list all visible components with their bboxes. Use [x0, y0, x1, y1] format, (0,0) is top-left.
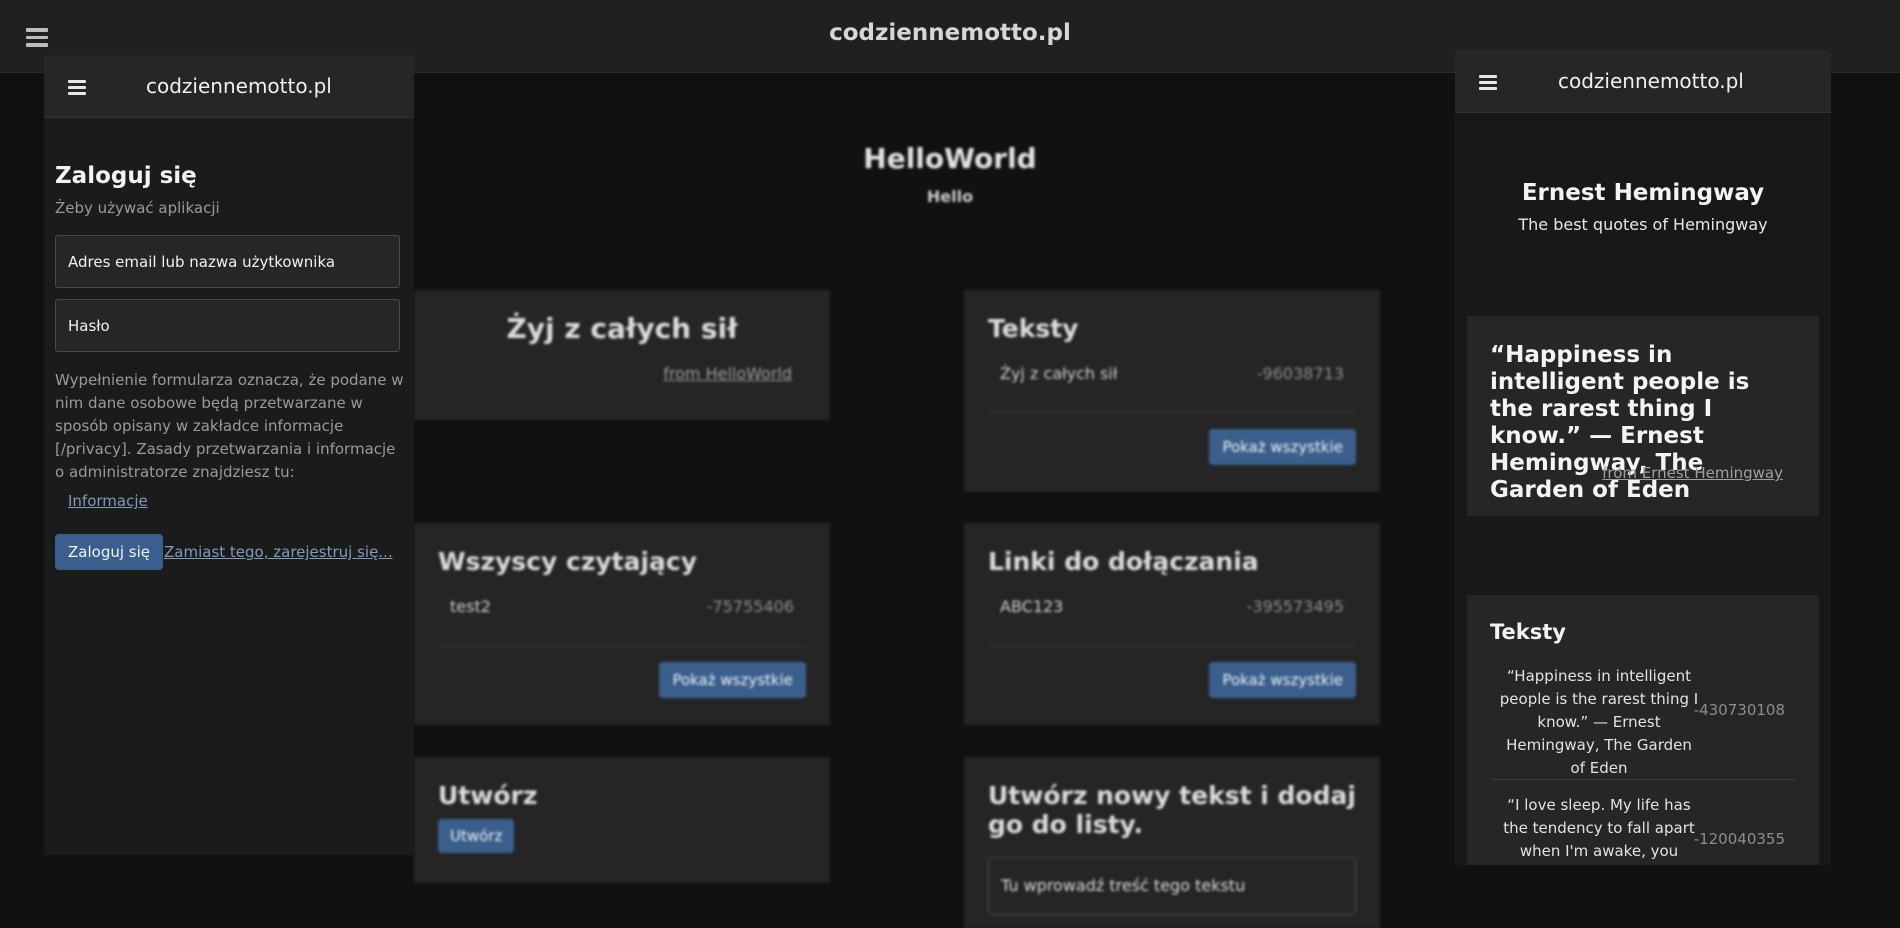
author-subtitle: The best quotes of Hemingway	[1518, 215, 1768, 234]
panel-navbar: codziennemotto.pl	[44, 55, 414, 118]
texts-card: Teksty Żyj z całych sił -96038713 Pokaż …	[964, 290, 1380, 492]
row-name: ABC123	[1000, 597, 1064, 616]
table-row[interactable]: ABC123 -395573495	[988, 593, 1356, 646]
motto-from-link[interactable]: from HelloWorld	[663, 364, 792, 383]
texts-card-title: Teksty	[988, 314, 1079, 343]
login-title: Zaloguj się	[55, 163, 197, 189]
row-value: -96038713	[1256, 364, 1344, 383]
table-row[interactable]: Żyj z całych sił -96038713	[988, 360, 1356, 413]
login-subtitle: Żeby używać aplikacji	[55, 199, 220, 217]
text-content: “Happiness in intelligent people is the …	[1499, 667, 1699, 777]
new-text-placeholder: Tu wprowadź treść tego tekstu	[1001, 876, 1246, 895]
texts-card-title: Teksty	[1490, 620, 1566, 644]
site-title[interactable]: codziennemotto.pl	[146, 74, 332, 98]
login-button[interactable]: Zaloguj się	[55, 534, 163, 570]
menu-icon[interactable]	[68, 77, 86, 98]
new-text-input[interactable]: Tu wprowadź treść tego tekstu	[988, 857, 1356, 915]
show-all-links-button[interactable]: Pokaż wszystkie	[1209, 662, 1356, 698]
create-button[interactable]: Utwórz	[438, 819, 515, 853]
motto-card: Żyj z całych sił from HelloWorld	[414, 290, 830, 420]
row-name: Żyj z całych sił	[1000, 364, 1118, 383]
password-field[interactable]: Hasło	[55, 299, 400, 352]
text-value: -120040355	[1693, 830, 1785, 848]
site-title[interactable]: codziennemotto.pl	[0, 20, 1900, 46]
table-row[interactable]: test2 -75755406	[438, 593, 806, 646]
info-link[interactable]: Informacje	[68, 492, 148, 510]
create-card: Utwórz Utwórz	[414, 757, 830, 883]
site-title[interactable]: codziennemotto.pl	[1558, 69, 1744, 93]
row-value: -395573495	[1246, 597, 1344, 616]
new-text-card-title: Utwórz nowy tekst i dodaj go do listy.	[988, 781, 1356, 839]
author-name: Ernest Hemingway	[1521, 180, 1765, 206]
login-panel: codziennemotto.pl Zaloguj się Żeby używa…	[44, 55, 414, 855]
motto-text: Żyj z całych sił	[506, 312, 738, 345]
menu-icon[interactable]	[1479, 72, 1497, 93]
texts-card: Teksty “Happiness in intelligent people …	[1467, 595, 1819, 865]
row-name: test2	[450, 597, 491, 616]
panel-navbar: codziennemotto.pl	[1455, 50, 1831, 113]
text-value: -430730108	[1693, 701, 1785, 719]
join-links-card-title: Linki do dołączania	[988, 547, 1259, 576]
text-content: “I love sleep. My life has the tendency …	[1503, 796, 1695, 860]
consent-text: Wypełnienie formularza oznacza, że podan…	[55, 371, 404, 481]
email-placeholder: Adres email lub nazwa użytkownika	[68, 253, 336, 271]
quote-from-link[interactable]: from Ernest Hemingway	[1602, 464, 1783, 482]
show-all-texts-button[interactable]: Pokaż wszystkie	[1209, 429, 1356, 465]
list-item[interactable]: “I love sleep. My life has the tendency …	[1491, 792, 1795, 865]
create-card-title: Utwórz	[438, 781, 538, 810]
new-text-card: Utwórz nowy tekst i dodaj go do listy. T…	[964, 757, 1380, 928]
featured-quote-card: “Happiness in intelligent people is the …	[1467, 316, 1819, 516]
row-value: -75755406	[706, 597, 794, 616]
list-item[interactable]: “Happiness in intelligent people is the …	[1491, 663, 1795, 780]
email-field[interactable]: Adres email lub nazwa użytkownika	[55, 235, 400, 288]
readers-card-title: Wszyscy czytający	[438, 547, 698, 576]
join-links-card: Linki do dołączania ABC123 -395573495 Po…	[964, 523, 1380, 725]
show-all-readers-button[interactable]: Pokaż wszystkie	[659, 662, 806, 698]
password-placeholder: Hasło	[68, 317, 110, 335]
readers-card: Wszyscy czytający test2 -75755406 Pokaż …	[414, 523, 830, 725]
author-panel: codziennemotto.pl Ernest Hemingway The b…	[1455, 50, 1831, 865]
register-link[interactable]: Zamiast tego, zarejestruj się...	[164, 543, 393, 561]
